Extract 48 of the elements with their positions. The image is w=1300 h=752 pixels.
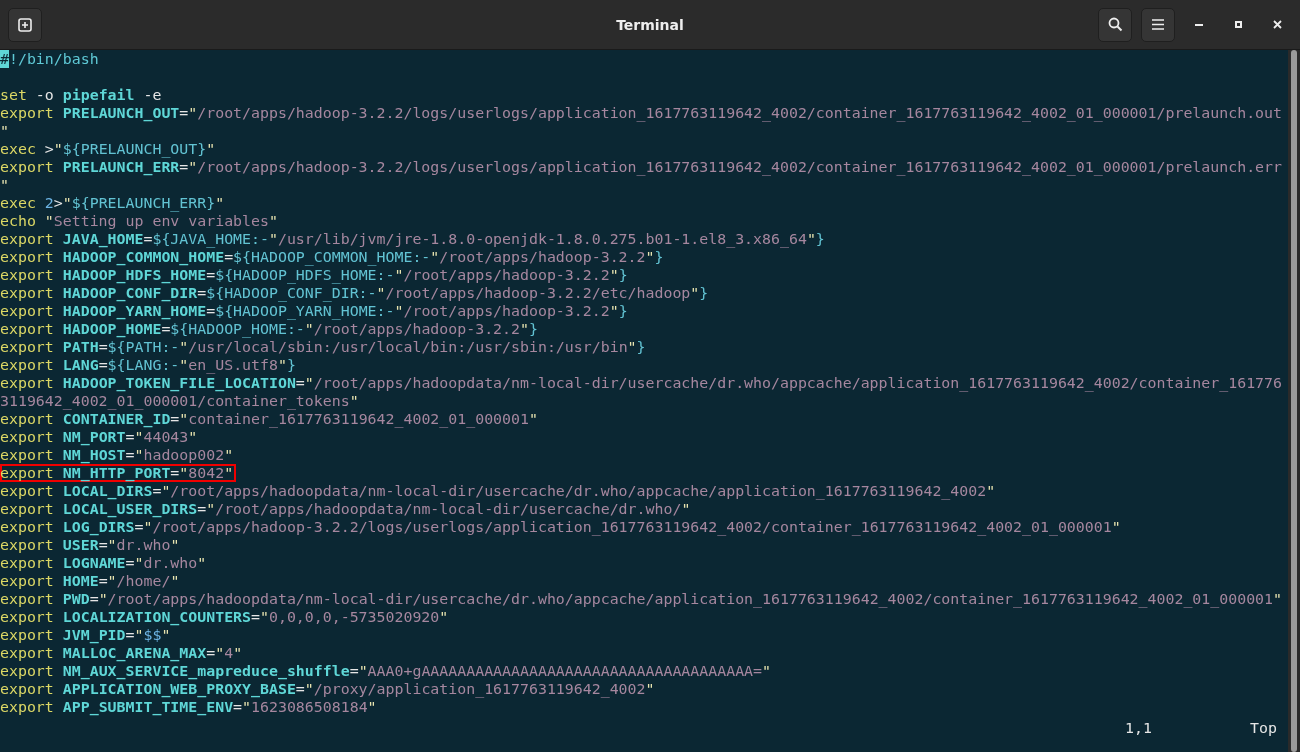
code-line: export HADOOP_HOME=${HADOOP_HOME:-"/root/apps/hadoop-3.2.2"} [0, 320, 538, 338]
code-line: export APPLICATION_WEB_PROXY_BASE="/proxy/application_1617763119642_4002" [0, 680, 655, 698]
minimize-icon [1195, 23, 1203, 26]
code-line: export NM_HOST="hadoop002" [0, 446, 234, 464]
code-line: export PATH=${PATH:-"/usr/local/sbin:/usr/local/bin:/usr/sbin:/usr/bin"} [0, 338, 646, 356]
code-line: exec 2>"${PRELAUNCH_ERR}" [0, 194, 225, 212]
window-title: Terminal [616, 16, 684, 33]
code-line: export LOCAL_USER_DIRS="/root/apps/hadoopdata/nm-local-dir/usercache/dr.who/" [0, 500, 691, 518]
code-line: export HADOOP_COMMON_HOME=${HADOOP_COMMON_HOME:-"/root/apps/hadoop-3.2.2"} [0, 248, 664, 266]
menu-icon [1152, 19, 1164, 30]
code-line: " [0, 122, 9, 140]
code-line: export PWD="/root/apps/hadoopdata/nm-local-dir/usercache/dr.who/appcache/application_1617763119642_4002/container_1617763119642_4002_01_000001" [0, 590, 1283, 608]
code-line: export HOME="/home/" [0, 572, 180, 590]
code-line: export HADOOP_CONF_DIR=${HADOOP_CONF_DIR:-"/root/apps/hadoop-3.2.2/etc/hadoop"} [0, 284, 709, 302]
search-icon [1107, 17, 1123, 32]
scroll-position: Top [1250, 719, 1277, 737]
code-line: #!/bin/bash [0, 50, 99, 68]
plus-box-icon [18, 17, 32, 32]
code-line: 3119642_4002_01_000001/container_tokens" [0, 392, 359, 410]
code-line: export LANG=${LANG:-"en_US.utf8"} [0, 356, 296, 374]
code-line: export MALLOC_ARENA_MAX="4" [0, 644, 243, 662]
maximize-icon [1234, 21, 1242, 28]
code-line: set -o pipefail -e [0, 86, 162, 104]
code-line: export APP_SUBMIT_TIME_ENV="1623086508184" [0, 698, 377, 716]
code-line: export LOGNAME="dr.who" [0, 554, 207, 572]
scrollbar[interactable] [1288, 50, 1300, 752]
close-icon [1272, 20, 1282, 29]
code-line: export HADOOP_HDFS_HOME=${HADOOP_HDFS_HOME:-"/root/apps/hadoop-3.2.2"} [0, 266, 628, 284]
code-line: exec >"${PRELAUNCH_OUT}" [0, 140, 216, 158]
code-line: export USER="dr.who" [0, 536, 180, 554]
code-line: export CONTAINER_ID="container_1617763119642_4002_01_000001" [0, 410, 538, 428]
search-button[interactable] [1098, 7, 1132, 42]
code-line: export LOG_DIRS="/root/apps/hadoop-3.2.2/logs/userlogs/application_1617763119642_4002/container_1617763119642_4002_01_000001" [0, 518, 1121, 536]
code-line: export LOCAL_DIRS="/root/apps/hadoopdata/nm-local-dir/usercache/dr.who/appcache/application_1617763119642_4002" [0, 482, 996, 500]
code-line: export LOCALIZATION_COUNTERS="0,0,0,0,-5735020920" [0, 608, 449, 626]
code-line: export JAVA_HOME=${JAVA_HOME:-"/usr/lib/jvm/jre-1.8.0-openjdk-1.8.0.275.b01-1.el8_3.x86_64"} [0, 230, 825, 248]
code-line: export NM_AUX_SERVICE_mapreduce_shuffle="AAA0+gAAAAAAAAAAAAAAAAAAAAAAAAAAAAAAAAAAAAA=" [0, 662, 772, 680]
code-line: export HADOOP_TOKEN_FILE_LOCATION="/root/apps/hadoopdata/nm-local-dir/usercache/dr.who/appcache/application_1617763119642_4002/container_161776 [0, 374, 1282, 392]
code-line: export PRELAUNCH_ERR="/root/apps/hadoop-3.2.2/logs/userlogs/application_1617763119642_4002/container_1617763119642_4002_01_000001/prelaunch.err [0, 158, 1282, 176]
code-line: echo "Setting up env variables" [0, 212, 278, 230]
code-line: export NM_PORT="44043" [0, 428, 198, 446]
code-line: export JVM_PID="$$" [0, 626, 171, 644]
code-line: " [0, 176, 9, 194]
code-line: export HADOOP_YARN_HOME=${HADOOP_YARN_HOME:-"/root/apps/hadoop-3.2.2"} [0, 302, 628, 320]
cursor-position: 1,1 [1125, 719, 1153, 737]
new-tab-button[interactable] [8, 7, 42, 42]
menu-button[interactable] [1141, 7, 1175, 42]
code-line: export PRELAUNCH_OUT="/root/apps/hadoop-3.2.2/logs/userlogs/application_1617763119642_4002/container_1617763119642_4002_01_000001/prelaunch.out [0, 104, 1282, 122]
